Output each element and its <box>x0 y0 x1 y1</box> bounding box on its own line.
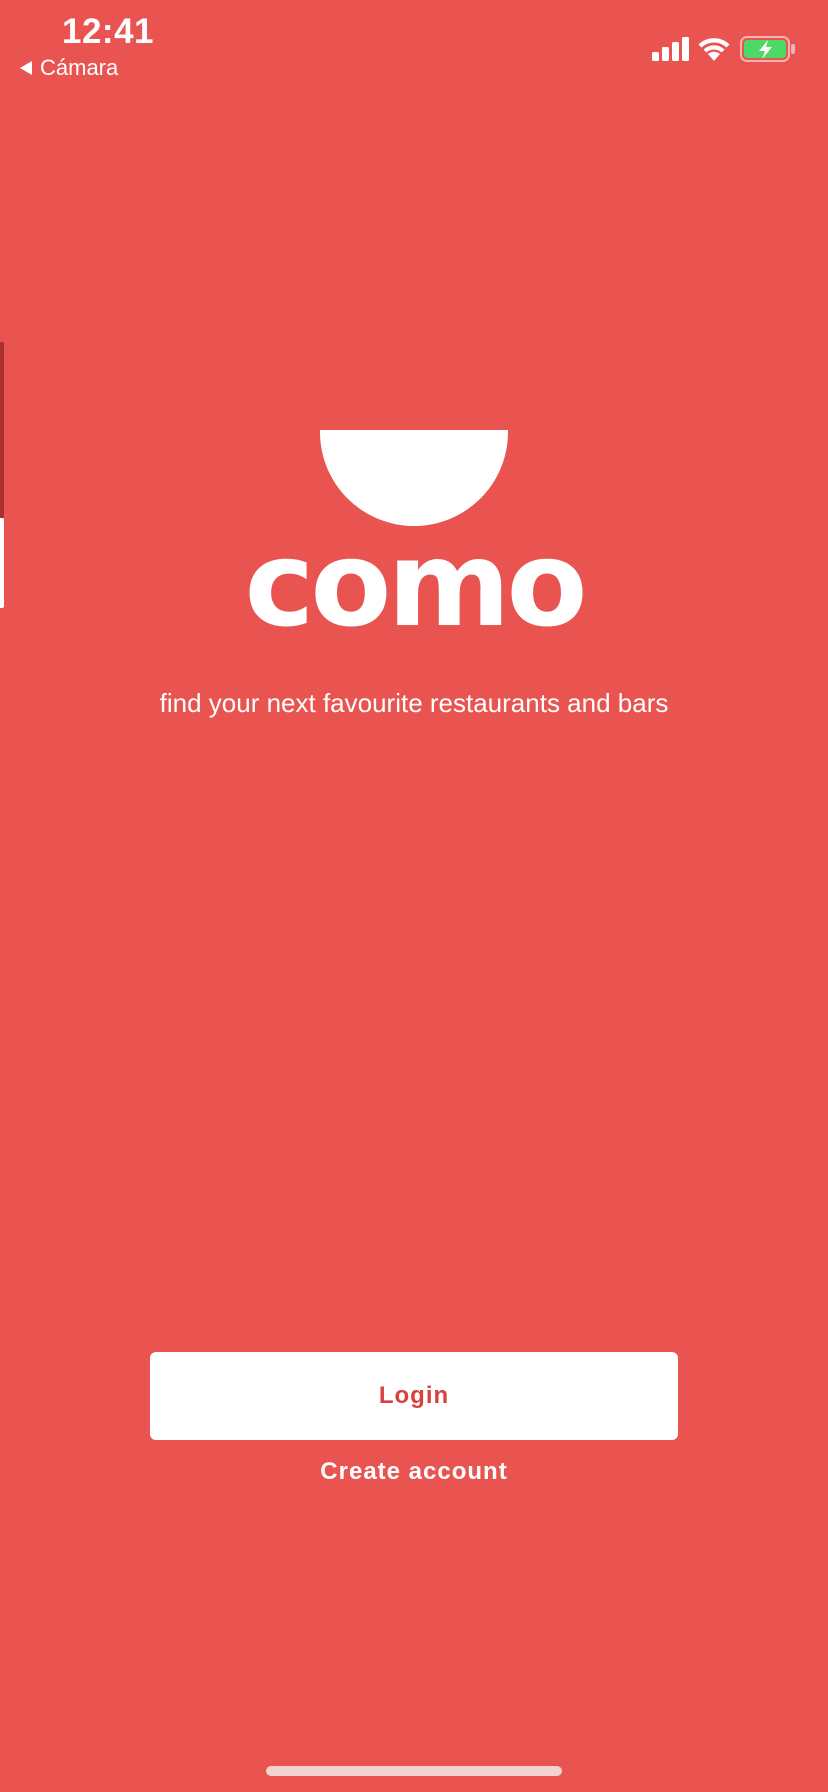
logo-wordmark: como <box>244 515 587 653</box>
side-tab-lower <box>0 518 4 608</box>
login-button[interactable]: Login <box>150 1352 678 1440</box>
back-to-camera-link[interactable]: Cámara <box>20 55 118 81</box>
bowl-logo-icon <box>320 430 508 526</box>
como-logo: como <box>220 420 608 648</box>
side-tab-upper <box>0 342 4 518</box>
create-account-link[interactable]: Create account <box>0 1458 828 1486</box>
back-link-label: Cámara <box>40 55 119 80</box>
back-arrow-icon <box>20 61 32 75</box>
status-bar: 12:41 Cámara <box>0 0 828 90</box>
battery-charging-icon <box>740 36 795 62</box>
status-time: 12:41 <box>62 12 155 51</box>
tagline: find your next favourite restaurants and… <box>159 688 669 718</box>
signal-icon <box>652 37 689 61</box>
side-drawer-handle[interactable] <box>0 342 4 608</box>
wifi-icon <box>698 38 730 61</box>
home-indicator[interactable] <box>266 1766 562 1776</box>
